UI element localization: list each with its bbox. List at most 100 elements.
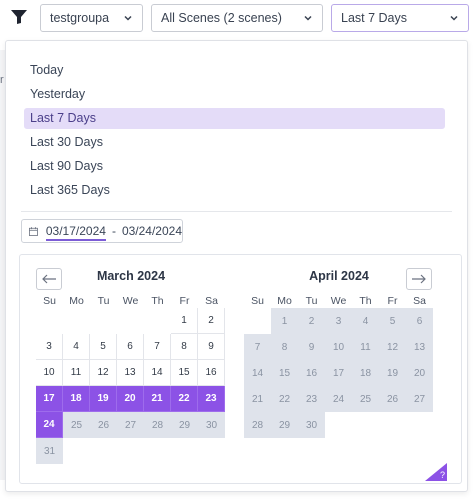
calendar-day[interactable]: 13 [117,360,144,386]
calendar-day[interactable]: 29 [271,412,298,438]
calendar-day[interactable]: 15 [171,360,198,386]
calendar-day[interactable]: 21 [244,386,271,412]
date-separator: - [111,224,116,238]
calendar-day[interactable]: 24 [325,386,352,412]
weekday-label: Su [43,295,56,307]
chevron-down-icon [124,15,132,21]
calendar-day[interactable]: 25 [63,412,90,438]
calendar-day[interactable]: 1 [271,308,298,334]
calendar-day[interactable]: 6 [406,308,433,334]
calendar: March 2024 April 2024 Su Mo Tu We Th Fr Sa 1 2 3 4… [19,254,462,484]
calendar-day[interactable]: 16 [198,360,225,386]
calendar-day[interactable]: 26 [90,412,117,438]
calendar-day[interactable]: 27 [117,412,144,438]
calendar-day[interactable]: 25 [352,386,379,412]
calendar-day[interactable]: 22 [271,386,298,412]
calendar-day[interactable]: 6 [117,334,144,360]
calendar-day[interactable]: 9 [198,334,225,360]
scenes-select[interactable]: All Scenes (2 scenes) [151,4,323,32]
preset-item[interactable]: Yesterday [24,84,445,105]
calendar-day[interactable]: 26 [379,386,406,412]
weekday-label: Mo [277,295,292,307]
group-select-value: testgroupa [50,11,110,25]
calendar-day[interactable]: 14 [144,360,171,386]
calendar-day[interactable]: 7 [244,334,271,360]
preset-item[interactable]: Today [24,60,445,81]
calendar-day[interactable]: 8 [271,334,298,360]
calendar-day[interactable]: 18 [63,386,90,412]
calendar-day[interactable]: 11 [63,360,90,386]
date-range-select[interactable]: Last 7 Days [331,4,469,32]
calendar-day[interactable]: 30 [198,412,225,438]
month-title-march: March 2024 [96,269,166,283]
calendar-day[interactable]: 17 [325,360,352,386]
calendar-day[interactable]: 22 [171,386,198,412]
weekday-label: Su [251,295,264,307]
weekday-label: Mo [69,295,84,307]
calendar-day[interactable]: 29 [171,412,198,438]
calendar-day[interactable]: 2 [198,308,225,334]
calendar-day[interactable]: 24 [36,412,63,438]
help-corner-icon[interactable]: ? [425,463,447,481]
weekday-label: We [330,295,347,307]
scenes-select-value: All Scenes (2 scenes) [161,11,282,25]
calendar-day[interactable]: 11 [352,334,379,360]
group-select[interactable]: testgroupa [40,4,143,32]
calendar-day[interactable]: 7 [144,334,171,360]
date-range-dropdown: Today Yesterday Last 7 Days Last 30 Days Las… [5,40,468,492]
calendar-day[interactable]: 20 [117,386,144,412]
calendar-day[interactable]: 13 [406,334,433,360]
calendar-day[interactable]: 3 [36,334,63,360]
weekday-label: Sa [205,295,218,307]
weekday-label: Th [359,295,372,307]
calendar-day[interactable]: 27 [406,386,433,412]
calendar-day[interactable]: 14 [244,360,271,386]
calendar-day[interactable]: 4 [63,334,90,360]
calendar-day[interactable]: 10 [325,334,352,360]
weekday-label: We [122,295,139,307]
end-date[interactable]: 03/24/2024 [122,224,182,238]
calendar-day[interactable]: 18 [352,360,379,386]
calendar-day[interactable]: 10 [36,360,63,386]
calendar-day[interactable]: 23 [298,386,325,412]
divider [21,211,452,212]
calendar-day[interactable]: 31 [36,438,63,464]
calendar-day[interactable]: 19 [379,360,406,386]
preset-item[interactable]: Last 7 Days [24,108,445,129]
calendar-day[interactable]: 30 [298,412,325,438]
preset-item[interactable]: Last 90 Days [24,156,445,177]
chevron-down-icon [304,15,312,21]
calendar-day[interactable]: 8 [171,334,198,360]
calendar-day[interactable]: 2 [298,308,325,334]
calendar-day[interactable]: 4 [352,308,379,334]
weekday-label: Tu [305,295,318,307]
calendar-day[interactable]: 16 [298,360,325,386]
calendar-day[interactable]: 3 [325,308,352,334]
calendar-day[interactable]: 23 [198,386,225,412]
calendar-day[interactable]: 17 [36,386,63,412]
weekday-label: Th [151,295,164,307]
preset-item[interactable]: Last 365 Days [24,180,445,201]
calendar-icon [29,226,38,236]
calendar-day[interactable]: 28 [144,412,171,438]
calendar-day[interactable]: 15 [271,360,298,386]
preset-item[interactable]: Last 30 Days [24,132,445,153]
start-date[interactable]: 03/17/2024 [45,224,106,241]
filter-icon[interactable] [10,9,28,25]
calendar-day[interactable]: 5 [90,334,117,360]
date-range-select-value: Last 7 Days [341,11,408,25]
background-text-fragment: r [0,74,4,86]
date-range-input[interactable]: 03/17/2024 - 03/24/2024 [21,219,183,243]
calendar-day[interactable]: 1 [171,308,198,334]
weekday-label: Fr [179,295,190,307]
calendar-day[interactable]: 20 [406,360,433,386]
calendar-day[interactable]: 12 [90,360,117,386]
weekday-label: Fr [387,295,398,307]
calendar-day[interactable]: 19 [90,386,117,412]
svg-text:?: ? [440,470,445,480]
calendar-day[interactable]: 5 [379,308,406,334]
calendar-day[interactable]: 12 [379,334,406,360]
calendar-day[interactable]: 28 [244,412,271,438]
calendar-day[interactable]: 9 [298,334,325,360]
calendar-day[interactable]: 21 [144,386,171,412]
